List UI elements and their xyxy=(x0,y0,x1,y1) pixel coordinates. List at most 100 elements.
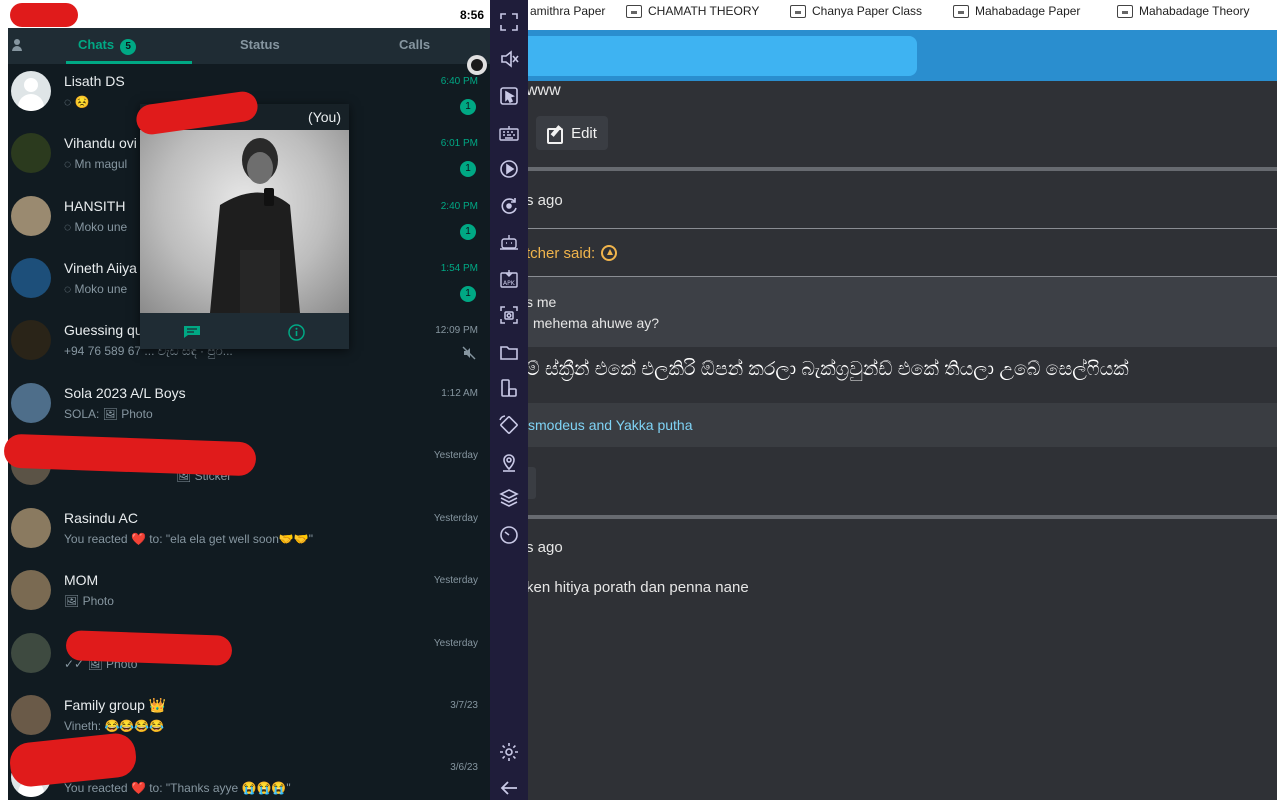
forum-thread: www Edit s ago tcher said: s me mehema a… xyxy=(490,81,1277,800)
quote-line: mehema ahuwe ay? xyxy=(533,315,660,331)
rotate-screen-icon[interactable] xyxy=(499,415,519,435)
camera-bubble-inner xyxy=(471,59,483,71)
bookmark-icon xyxy=(626,4,642,18)
chat-name: Guessing qu xyxy=(64,322,143,338)
chat-preview-start: +94 76 589 67 xyxy=(64,344,142,358)
chat-name: HANSITH xyxy=(64,198,126,214)
volume-mute-icon[interactable] xyxy=(499,49,519,69)
search-bar[interactable] xyxy=(520,36,917,76)
bookmark-item[interactable]: Mahabadage Theory xyxy=(1117,2,1250,20)
avatar xyxy=(11,695,51,735)
edit-label: Edit xyxy=(571,124,597,142)
multi-window-icon[interactable] xyxy=(499,378,519,398)
chat-time: 1:54 PM xyxy=(440,263,478,274)
record-icon[interactable] xyxy=(499,159,519,179)
community-icon[interactable] xyxy=(12,39,26,51)
phone-screen: 8:56 Chats 5 Status Calls Lisath DS ◌ 😣 6… xyxy=(0,0,490,800)
bookmark-icon xyxy=(790,4,806,18)
edit-button[interactable]: Edit xyxy=(536,116,608,150)
chat-preview: ◌ 😣 xyxy=(64,95,90,109)
svg-text:APK: APK xyxy=(503,280,516,287)
chat-preview: ◌ Moko une xyxy=(64,220,128,234)
keyboard-icon[interactable] xyxy=(499,123,519,143)
quote-block: s me mehema ahuwe ay? xyxy=(490,277,1277,347)
bookmark-label: CHAMATH THEORY xyxy=(648,4,760,18)
unread-count: 1 xyxy=(460,286,476,302)
post-divider xyxy=(490,167,1277,171)
robot-icon[interactable] xyxy=(499,232,519,252)
info-icon[interactable] xyxy=(288,324,305,341)
redaction-mark xyxy=(10,3,78,27)
status-bar: 8:56 xyxy=(8,0,490,28)
screenshot-icon[interactable] xyxy=(499,305,519,325)
performance-icon[interactable] xyxy=(499,525,519,545)
likes-text[interactable]: smodeus and Yakka putha xyxy=(528,417,693,433)
popup-actions xyxy=(140,313,349,349)
browser-window: amithra Paper CHAMATH THEORY Chanya Pape… xyxy=(490,0,1277,800)
post-timestamp: s ago xyxy=(526,192,563,209)
avatar xyxy=(11,133,51,173)
bookmark-item[interactable]: CHAMATH THEORY xyxy=(626,2,759,20)
unread-count: 1 xyxy=(460,99,476,115)
fullscreen-icon[interactable] xyxy=(499,12,519,32)
chat-item[interactable]: MOM 🖼 Photo Yesterday xyxy=(8,563,490,625)
chat-name: Vineth Aiiya xyxy=(64,260,137,276)
avatar xyxy=(11,508,51,548)
tab-status[interactable]: Status xyxy=(240,37,280,52)
post-message: ම් ස්ක්‍රීන් එකේ එලකිරි ඕපන් කරලා බැක්ග්… xyxy=(526,359,1129,380)
bookmark-item[interactable]: Chanya Paper Class xyxy=(790,2,922,20)
chat-preview: ◌ Moko une xyxy=(64,282,128,296)
tab-calls[interactable]: Calls xyxy=(399,37,430,52)
bookmark-icon xyxy=(1117,4,1133,18)
chat-time: Yesterday xyxy=(433,450,478,461)
chat-time: 6:40 PM xyxy=(440,76,478,87)
chat-time: 1:12 AM xyxy=(441,388,478,399)
chat-preview: SOLA: 🖼 Photo xyxy=(64,407,153,421)
profile-photo[interactable] xyxy=(140,130,349,313)
chat-time: 12:09 PM xyxy=(435,325,478,336)
chat-item[interactable]: Rasindu AC You reacted ❤️ to: "ela ela g… xyxy=(8,501,490,563)
chat-time: 6:01 PM xyxy=(440,138,478,149)
bookmark-item[interactable]: amithra Paper xyxy=(530,2,605,20)
apk-icon[interactable]: APK xyxy=(499,269,519,289)
screen-edge xyxy=(0,0,8,800)
bookmark-label: Chanya Paper Class xyxy=(812,4,923,18)
redaction-mark xyxy=(65,630,233,666)
message-icon[interactable] xyxy=(183,325,201,339)
tab-chats[interactable]: Chats 5 xyxy=(78,37,137,55)
likes-names[interactable]: smodeus and Yakka putha xyxy=(528,417,693,433)
chat-preview: Vineth: 😂😂😂😂 xyxy=(64,719,165,733)
bookmark-item[interactable]: Mahabadage Paper xyxy=(953,2,1080,20)
jump-to-quote-icon[interactable] xyxy=(601,245,618,261)
pointer-icon[interactable] xyxy=(499,86,519,106)
rotate-icon[interactable] xyxy=(499,196,519,216)
chat-preview: 🖼 Photo xyxy=(64,594,114,608)
chat-time: 3/7/23 xyxy=(450,700,478,711)
profile-photo-popup[interactable]: (You) xyxy=(140,104,349,349)
edit-icon xyxy=(547,125,565,144)
folder-icon[interactable] xyxy=(499,342,519,362)
avatar xyxy=(11,320,51,360)
chat-item[interactable]: Sola 2023 A/L Boys SOLA: 🖼 Photo 1:12 AM xyxy=(8,376,490,438)
chat-time: Yesterday xyxy=(433,513,478,524)
bookmark-label: amithra Paper xyxy=(530,4,606,18)
bookmark-icon xyxy=(953,4,969,18)
chat-name: MOM xyxy=(64,572,99,588)
location-icon[interactable] xyxy=(499,452,519,472)
camera-bubble[interactable] xyxy=(467,55,487,75)
back-arrow-icon[interactable] xyxy=(499,778,519,798)
avatar xyxy=(11,71,51,111)
forum-header xyxy=(490,30,1277,81)
screen: amithra Paper CHAMATH THEORY Chanya Pape… xyxy=(0,0,1277,800)
bookmark-label: Mahabadage Theory xyxy=(1139,4,1250,18)
settings-icon[interactable] xyxy=(499,742,519,762)
avatar xyxy=(11,196,51,236)
chat-name: Sola 2023 A/L Boys xyxy=(64,385,186,401)
bookmark-label: Mahabadage Paper xyxy=(975,4,1081,18)
layers-icon[interactable] xyxy=(499,488,519,508)
chat-preview: You reacted ❤️ to: "ela ela get well soo… xyxy=(64,532,314,546)
chat-time: 2:40 PM xyxy=(440,201,478,212)
avatar xyxy=(11,570,51,610)
chat-time: Yesterday xyxy=(433,575,478,586)
chat-name: Family group 👑 xyxy=(64,697,167,713)
